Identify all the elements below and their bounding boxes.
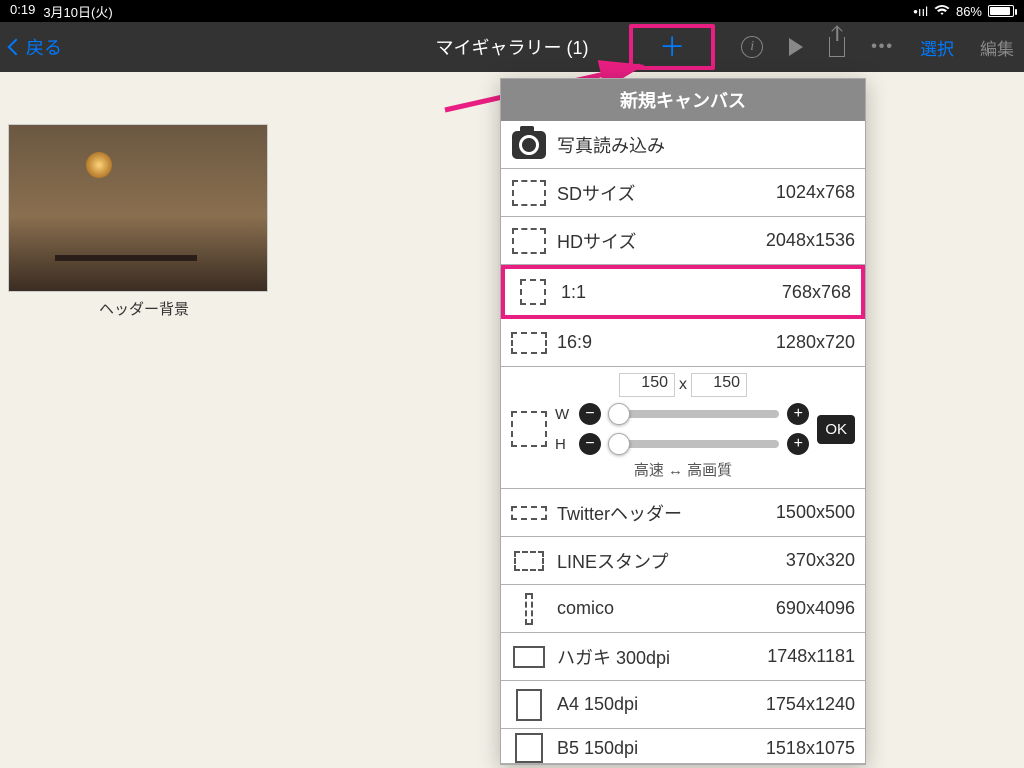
aspect-icon	[512, 228, 546, 254]
canvas-size-row[interactable]: HDサイズ 2048x1536	[501, 217, 865, 265]
new-canvas-popover: 新規キャンバス 写真読み込み SDサイズ 1024x768 HDサイズ 2048…	[500, 78, 866, 765]
width-slider[interactable]	[609, 410, 779, 418]
canvas-size-row[interactable]: ハガキ 300dpi 1748x1181	[501, 633, 865, 681]
nav-bar: 戻る マイギャラリー (1) ＋ i ••• 選択 編集	[0, 22, 1024, 72]
width-plus-button[interactable]: +	[787, 403, 809, 425]
canvas-size-row[interactable]: SDサイズ 1024x768	[501, 169, 865, 217]
info-icon[interactable]: i	[741, 36, 763, 58]
popover-title: 新規キャンバス	[501, 79, 865, 121]
height-field[interactable]: 150	[691, 373, 747, 397]
height-minus-button[interactable]: −	[579, 433, 601, 455]
aspect-icon	[511, 506, 547, 520]
share-icon[interactable]	[829, 37, 845, 57]
aspect-icon	[511, 411, 547, 447]
height-slider[interactable]	[609, 440, 779, 448]
import-photo-row[interactable]: 写真読み込み	[501, 121, 865, 169]
thumbnail-label: ヘッダー背景	[8, 298, 280, 319]
import-photo-label: 写真読み込み	[557, 132, 665, 158]
canvas-size-row-1-1[interactable]: 1:1 768x768	[501, 265, 865, 319]
quality-label: 高速 ↔ 高画質	[511, 459, 855, 480]
aspect-icon	[520, 279, 546, 305]
width-field[interactable]: 150	[619, 373, 675, 397]
aspect-icon	[511, 332, 547, 354]
wifi-icon	[934, 4, 950, 19]
aspect-icon	[512, 180, 546, 206]
page-title: マイギャラリー (1)	[436, 34, 589, 60]
battery-icon	[988, 5, 1014, 17]
status-date: 3月10日(火)	[43, 2, 112, 21]
aspect-icon	[525, 593, 533, 625]
more-icon[interactable]: •••	[871, 38, 894, 56]
canvas-size-row[interactable]: B5 150dpi 1518x1075	[501, 729, 865, 764]
aspect-icon	[513, 646, 545, 668]
ok-button[interactable]: OK	[817, 415, 855, 444]
add-canvas-button[interactable]: ＋	[629, 24, 715, 70]
aspect-icon	[515, 733, 543, 763]
canvas-size-row[interactable]: A4 150dpi 1754x1240	[501, 681, 865, 729]
width-minus-button[interactable]: −	[579, 403, 601, 425]
status-time: 0:19	[10, 2, 35, 21]
plus-icon: ＋	[659, 34, 685, 60]
chevron-left-icon	[8, 39, 25, 56]
canvas-size-row[interactable]: 16:9 1280x720	[501, 319, 865, 367]
back-button[interactable]: 戻る	[10, 34, 62, 60]
canvas-size-row[interactable]: Twitterヘッダー 1500x500	[501, 489, 865, 537]
height-plus-button[interactable]: +	[787, 433, 809, 455]
gallery-thumbnail[interactable]	[8, 124, 268, 292]
signal-icon: •ııl	[913, 4, 928, 19]
aspect-icon	[514, 551, 544, 571]
status-bar: 0:19 3月10日(火) •ııl 86%	[0, 0, 1024, 22]
gallery-area: ヘッダー背景	[0, 72, 280, 319]
edit-button[interactable]: 編集	[980, 35, 1014, 60]
play-icon[interactable]	[789, 38, 803, 56]
aspect-icon	[516, 689, 542, 721]
battery-pct: 86%	[956, 4, 982, 19]
canvas-size-row[interactable]: LINEスタンプ 370x320	[501, 537, 865, 585]
back-label: 戻る	[26, 34, 62, 60]
camera-icon	[512, 131, 546, 159]
canvas-size-row[interactable]: comico 690x4096	[501, 585, 865, 633]
select-button[interactable]: 選択	[920, 35, 954, 60]
custom-size-row: 150 x 150 W − + H − + OK	[501, 367, 865, 489]
